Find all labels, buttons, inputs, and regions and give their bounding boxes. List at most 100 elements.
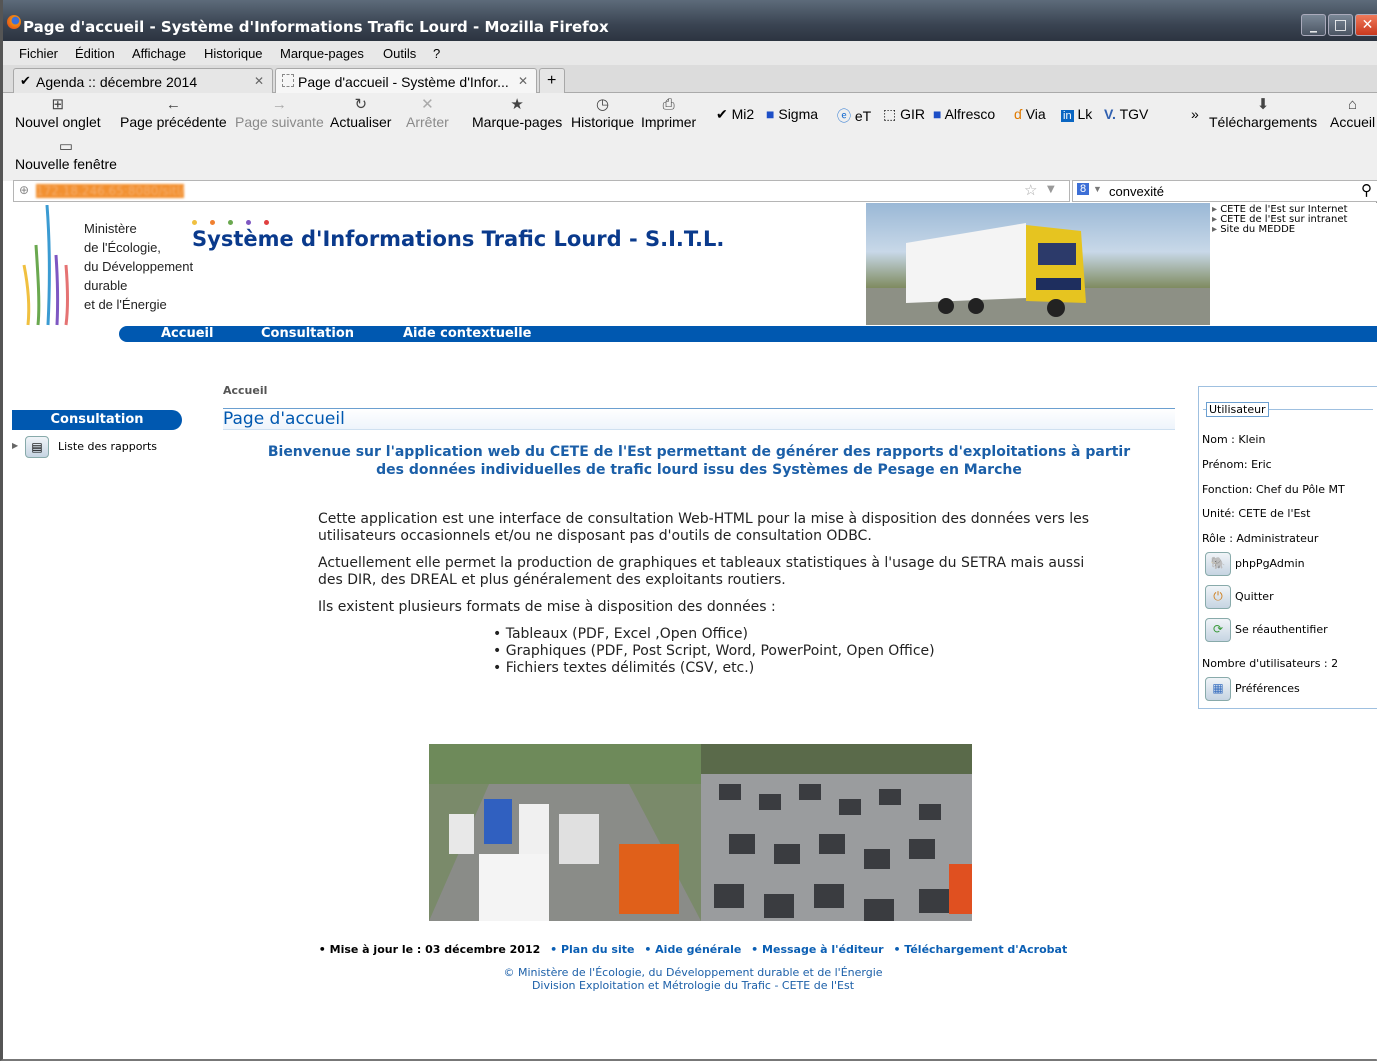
window-title: Page d'accueil - Système d'Informations … <box>23 18 609 36</box>
url-bar[interactable]: ⊕ 172.18.246.65:8080/sitl/ ☆ ▼ <box>13 180 1070 202</box>
forward-arrow-icon: → <box>271 96 287 113</box>
clock-icon: ◷ <box>595 96 610 113</box>
footer-link-acrobat[interactable]: • Téléchargement d'Acrobat <box>893 943 1067 956</box>
list-item: Graphiques (PDF, Post Script, Word, Powe… <box>493 643 1098 660</box>
title-bar: Page d'accueil - Système d'Informations … <box>3 0 1377 41</box>
user-legend: Utilisateur <box>1206 402 1269 417</box>
checkmark-icon: ✔ <box>20 73 31 88</box>
footer-copyright: © Ministère de l'Écologie, du Développem… <box>503 966 883 992</box>
bookmark-tgv[interactable]: V. TGV <box>1104 106 1148 122</box>
tab-agenda[interactable]: ✔ Agenda :: décembre 2014 ✕ <box>13 68 273 93</box>
history-button[interactable]: ◷ Historique <box>571 96 634 130</box>
intro-body: Cette application est une interface de c… <box>318 511 1098 677</box>
globe-icon: ⊕ <box>19 183 30 197</box>
menu-edition[interactable]: Édition <box>75 46 115 61</box>
search-bar[interactable]: 8 ▼ convexité ⚲ <box>1072 180 1377 202</box>
intro-paragraph-3: Ils existent plusieurs formats de mise à… <box>318 599 776 615</box>
menu-bar: Fichier Édition Affichage Historique Mar… <box>3 41 1377 65</box>
list-item: Fichiers textes délimités (CSV, etc.) <box>493 660 1098 677</box>
close-tab-icon[interactable]: ✕ <box>254 74 264 88</box>
intro-paragraph-1: Cette application est une interface de c… <box>318 511 1090 544</box>
menu-outils[interactable]: Outils <box>383 46 416 61</box>
search-icon[interactable]: ⚲ <box>1361 181 1372 199</box>
footer-link-aide[interactable]: • Aide générale <box>644 943 741 956</box>
sidebar-item-label[interactable]: Liste des rapports <box>58 440 157 453</box>
formats-list: Tableaux (PDF, Excel ,Open Office) Graph… <box>493 626 1098 677</box>
intro-paragraph-2: Actuellement elle permet la production d… <box>318 555 1085 588</box>
reload-icon: ↻ <box>354 96 368 113</box>
traffic-photos <box>429 744 972 921</box>
tab-page-accueil[interactable]: Page d'accueil - Système d'Infor... ✕ <box>275 68 537 93</box>
menu-help[interactable]: ? <box>433 46 440 61</box>
download-arrow-icon: ⬇ <box>1256 96 1270 113</box>
browser-window: Page d'accueil - Système d'Informations … <box>0 0 1377 1061</box>
page-icon: ⬚ <box>883 106 897 122</box>
preferences-button[interactable]: ▦ Préférences <box>1205 677 1300 701</box>
phppgadmin-button[interactable]: 🐘 phpPgAdmin <box>1205 552 1305 576</box>
expand-arrow-icon[interactable]: ▶ <box>12 441 18 450</box>
bookmarks-overflow[interactable]: » <box>1191 106 1199 122</box>
bookmarks-button[interactable]: ★ Marque-pages <box>472 96 562 130</box>
tab-label: Agenda :: décembre 2014 <box>36 74 198 90</box>
google-icon[interactable]: 8 <box>1077 183 1090 195</box>
flag-icon: ■ <box>933 106 942 122</box>
bookmark-via[interactable]: ɗ Via <box>1014 106 1046 122</box>
url-text: 172.18.246.65:8080/sitl/ <box>36 184 185 198</box>
firefox-icon <box>7 15 21 29</box>
link-medde[interactable]: Site du MEDDE <box>1212 225 1348 235</box>
bookmark-mi2[interactable]: ✔ Mi2 <box>716 106 754 123</box>
chevron-down-icon[interactable]: ▼ <box>1093 184 1102 194</box>
refresh-icon: ⟳ <box>1205 618 1231 642</box>
reload-button[interactable]: ↻ Actualiser <box>330 96 391 130</box>
ministry-name: Ministère de l'Écologie, du Développemen… <box>84 221 194 312</box>
minimize-button[interactable]: _ <box>1301 14 1326 36</box>
last-update: • Mise à jour le : 03 décembre 2012 <box>318 943 541 956</box>
footer-link-message[interactable]: • Message à l'éditeur <box>751 943 883 956</box>
home-button[interactable]: ⌂ Accueil <box>1330 96 1375 130</box>
tab-label: Page d'accueil - Système d'Infor... <box>298 74 509 90</box>
page-content: Ministère de l'Écologie, du Développemen… <box>6 203 1377 1059</box>
bookmark-gir[interactable]: ⬚ GIR <box>883 106 925 123</box>
bookmark-sigma[interactable]: ■ Sigma <box>766 106 818 122</box>
bookmark-alfresco[interactable]: ■ Alfresco <box>933 106 995 122</box>
menu-affichage[interactable]: Affichage <box>132 46 186 61</box>
quit-button[interactable]: ⏻ Quitter <box>1205 585 1274 609</box>
bookmark-et[interactable]: ⓔ eT <box>837 106 871 126</box>
external-links: CETE de l'Est sur Internet CETE de l'Est… <box>1212 205 1348 235</box>
chevron-down-icon[interactable]: ▼ <box>1047 184 1055 195</box>
menu-historique[interactable]: Historique <box>204 46 263 61</box>
forward-button[interactable]: → Page suivante <box>235 96 324 130</box>
bookmark-star-icon[interactable]: ☆ <box>1024 181 1037 199</box>
close-button[interactable]: ✕ <box>1355 14 1377 36</box>
breadcrumb[interactable]: Accueil <box>223 384 267 397</box>
back-button[interactable]: ← Page précédente <box>120 96 227 130</box>
menu-marque-pages[interactable]: Marque-pages <box>280 46 364 61</box>
new-tab-button[interactable]: + <box>539 68 565 93</box>
new-tab-toolbar-button[interactable]: ⊞ Nouvel onglet <box>15 96 101 130</box>
linkedin-icon: in <box>1061 110 1074 122</box>
sidebar-item-liste-rapports[interactable]: ▶ ▤ Liste des rapports <box>12 436 182 458</box>
via-icon: ɗ <box>1014 106 1022 122</box>
print-button[interactable]: ⎙ Imprimer <box>641 96 696 130</box>
new-window-button[interactable]: ▭ Nouvelle fenêtre <box>15 138 117 172</box>
close-tab-icon[interactable]: ✕ <box>518 74 528 88</box>
user-panel: Utilisateur Nom : Klein Prénom: Eric Fon… <box>1198 386 1377 709</box>
maximize-button[interactable]: □ <box>1328 14 1353 36</box>
user-prenom: Prénom: Eric <box>1202 458 1272 471</box>
reauth-button[interactable]: ⟳ Se réauthentifier <box>1205 618 1328 642</box>
bookmark-lk[interactable]: in Lk <box>1061 106 1092 122</box>
footer-link-plan[interactable]: • Plan du site <box>550 943 634 956</box>
nav-accueil[interactable]: Accueil <box>161 326 213 341</box>
report-list-icon: ▤ <box>25 436 49 458</box>
search-input: convexité <box>1109 184 1164 199</box>
window-icon: ▭ <box>58 138 74 155</box>
user-count: Nombre d'utilisateurs : 2 <box>1202 657 1339 670</box>
v-icon: V. <box>1104 106 1116 122</box>
main-nav: Accueil Consultation Aide contextuelle <box>119 326 1377 342</box>
menu-fichier[interactable]: Fichier <box>19 46 58 61</box>
nav-aide-contextuelle[interactable]: Aide contextuelle <box>403 326 532 341</box>
downloads-button[interactable]: ⬇ Téléchargements <box>1209 96 1317 130</box>
app-title: Système d'Informations Trafic Lourd - S.… <box>192 227 725 251</box>
nav-consultation[interactable]: Consultation <box>261 326 354 341</box>
stop-button[interactable]: ✕ Arrêter <box>406 96 449 130</box>
